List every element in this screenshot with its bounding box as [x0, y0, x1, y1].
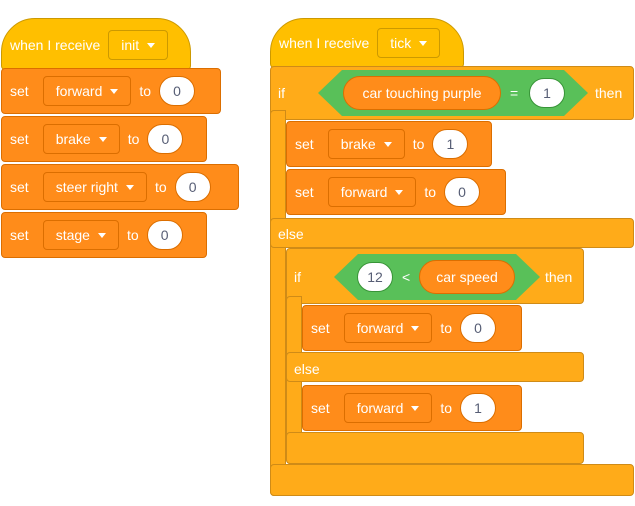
car-speed-reporter[interactable]: car speed: [419, 260, 515, 294]
reporter-label: car speed: [436, 269, 498, 285]
reporter-label: car touching purple: [362, 85, 482, 101]
value-input[interactable]: 0: [146, 220, 183, 250]
variable-dropdown[interactable]: brake: [327, 129, 405, 159]
car-touching-purple-reporter[interactable]: car touching purple: [343, 76, 501, 110]
variable-dropdown[interactable]: forward: [42, 76, 132, 106]
set-label: set: [10, 227, 29, 243]
set-forward-block[interactable]: set forward to 0: [286, 169, 506, 215]
dropdown-arrow-icon: [97, 232, 106, 238]
variable-dropdown[interactable]: steer right: [42, 172, 147, 202]
variable-name: steer right: [55, 179, 118, 195]
set-steer-right-block[interactable]: set steer right to 0: [1, 164, 239, 210]
dropdown-arrow-icon: [419, 40, 428, 46]
variable-dropdown[interactable]: stage: [42, 220, 119, 250]
value-input[interactable]: 1: [460, 393, 497, 423]
hat-label: when I receive: [279, 35, 370, 51]
to-label: to: [412, 136, 425, 152]
variable-name: forward: [356, 320, 404, 336]
outer-bottom-bar: [270, 464, 634, 496]
set-label: set: [10, 83, 29, 99]
variable-name: brake: [55, 131, 91, 147]
value-input[interactable]: 1: [432, 129, 469, 159]
outer-then-label: then: [595, 85, 623, 101]
dropdown-arrow-icon: [411, 325, 420, 331]
dropdown-arrow-icon: [395, 189, 404, 195]
outer-else-label: else: [278, 226, 304, 242]
set-label: set: [295, 136, 314, 152]
inner-bottom-bar: [286, 432, 584, 464]
dropdown-arrow-icon: [147, 42, 156, 48]
dropdown-arrow-icon: [383, 141, 392, 147]
set-label: set: [10, 179, 29, 195]
message-name: init: [121, 37, 140, 53]
dropdown-arrow-icon: [411, 405, 420, 411]
outer-left-arm: [270, 110, 286, 496]
set-forward-block[interactable]: set forward to 0: [302, 305, 522, 351]
set-forward-block[interactable]: set forward to 0: [1, 68, 221, 114]
value-input[interactable]: 0: [159, 76, 196, 106]
to-label: to: [127, 131, 140, 147]
to-label: to: [126, 227, 139, 243]
equals-sign: =: [510, 85, 519, 101]
to-label: to: [154, 179, 167, 195]
hat-label: when I receive: [10, 37, 101, 53]
variable-dropdown[interactable]: forward: [343, 393, 433, 423]
value-input[interactable]: 0: [444, 177, 481, 207]
outer-else-bar[interactable]: [270, 218, 634, 248]
inner-if-label: if: [294, 269, 301, 285]
inner-else-bar[interactable]: [286, 352, 584, 382]
dropdown-arrow-icon: [110, 88, 119, 94]
variable-dropdown[interactable]: brake: [42, 124, 120, 154]
dropdown-arrow-icon: [98, 136, 107, 142]
set-forward-block[interactable]: set forward to 1: [302, 385, 522, 431]
inner-then-label: then: [545, 269, 573, 285]
variable-dropdown[interactable]: forward: [343, 313, 433, 343]
when-i-receive-init-hat-block[interactable]: when I receive init: [1, 18, 191, 70]
set-label: set: [295, 184, 314, 200]
variable-name: forward: [340, 184, 388, 200]
value-input[interactable]: 0: [460, 313, 497, 343]
variable-name: brake: [340, 136, 376, 152]
variable-name: stage: [55, 227, 90, 243]
less-than-sign: <: [402, 269, 411, 285]
set-label: set: [311, 400, 330, 416]
to-label: to: [440, 320, 453, 336]
variable-dropdown[interactable]: forward: [327, 177, 417, 207]
to-label: to: [424, 184, 437, 200]
inner-else-label: else: [294, 361, 320, 377]
less-than-left-input[interactable]: 12: [357, 262, 393, 292]
message-dropdown[interactable]: tick: [377, 28, 441, 58]
to-label: to: [440, 400, 453, 416]
dropdown-arrow-icon: [125, 184, 134, 190]
equals-right-input[interactable]: 1: [529, 78, 565, 108]
set-brake-block[interactable]: set brake to 1: [286, 121, 492, 167]
message-name: tick: [390, 35, 412, 51]
set-label: set: [311, 320, 330, 336]
variable-name: forward: [55, 83, 103, 99]
value-input[interactable]: 0: [147, 124, 184, 154]
message-dropdown[interactable]: init: [108, 30, 169, 60]
variable-name: forward: [356, 400, 404, 416]
outer-if-label: if: [278, 85, 285, 101]
value-input[interactable]: 0: [174, 172, 211, 202]
set-brake-block[interactable]: set brake to 0: [1, 116, 207, 162]
when-i-receive-tick-hat-block[interactable]: when I receive tick: [270, 18, 464, 68]
set-stage-block[interactable]: set stage to 0: [1, 212, 207, 258]
set-label: set: [10, 131, 29, 147]
to-label: to: [139, 83, 152, 99]
